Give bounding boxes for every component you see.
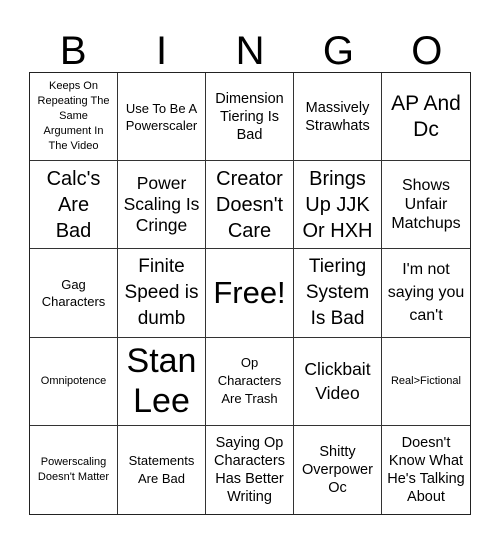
cell-text: Brings Up JJK Or HXH bbox=[302, 167, 373, 242]
cell-text: Keeps On Repeating The Same Argument In … bbox=[37, 80, 110, 153]
cell-text: Powerscaling Doesn't Matter bbox=[37, 455, 110, 483]
bingo-cell[interactable]: Gag Characters bbox=[30, 249, 118, 338]
bingo-cell[interactable]: Massively Strawhats bbox=[294, 73, 382, 162]
cell-text: Saying Op Characters Has Better Writing bbox=[214, 434, 285, 505]
cell-text: Dimension Tiering Is Bad bbox=[215, 90, 284, 143]
cell-text: Calc's Are Bad bbox=[46, 167, 101, 242]
bingo-card-grid: Keeps On Repeating The Same Argument In … bbox=[29, 72, 471, 515]
bingo-cell[interactable]: Keeps On Repeating The Same Argument In … bbox=[30, 73, 118, 162]
cell-text: Massively Strawhats bbox=[305, 99, 370, 134]
bingo-cell[interactable]: Use To Be A Powerscaler bbox=[118, 73, 206, 162]
cell-text: Shows Unfair Matchups bbox=[391, 177, 461, 233]
header-letter-g: G bbox=[322, 29, 354, 73]
bingo-cell[interactable]: Clickbait Video bbox=[294, 337, 382, 426]
bingo-cell[interactable]: Brings Up JJK Or HXH bbox=[294, 161, 382, 250]
cell-text: Clickbait Video bbox=[304, 359, 371, 404]
cell-text: Tiering System Is Bad bbox=[305, 255, 370, 329]
cell-text: Shitty Overpower Oc bbox=[302, 443, 373, 496]
cell-text: Gag Characters bbox=[41, 276, 106, 309]
bingo-cell[interactable]: Calc's Are Bad bbox=[30, 161, 118, 250]
bingo-cell[interactable]: Creator Doesn't Care bbox=[206, 161, 294, 250]
cell-text: Finite Speed is dumb bbox=[124, 255, 199, 329]
bingo-cell[interactable]: Finite Speed is dumb bbox=[118, 249, 206, 338]
cell-text: Use To Be A Powerscaler bbox=[125, 100, 198, 133]
cell-text: Creator Doesn't Care bbox=[215, 167, 284, 242]
bingo-cell[interactable]: Statements Are Bad bbox=[118, 425, 206, 514]
bingo-cell[interactable]: Real>Fictional bbox=[382, 338, 470, 426]
cell-text: Op Characters Are Trash bbox=[217, 355, 282, 407]
free-space-cell[interactable]: Free! bbox=[206, 249, 294, 338]
cell-text: Real>Fictional bbox=[390, 374, 461, 387]
cell-text: Omnipotence bbox=[40, 374, 107, 387]
bingo-cell[interactable]: Saying Op Characters Has Better Writing bbox=[206, 425, 294, 514]
bingo-cell[interactable]: Stan Lee bbox=[118, 337, 206, 426]
cell-text: Doesn't Know What He's Talking About bbox=[387, 434, 465, 505]
bingo-cell[interactable]: Omnipotence bbox=[30, 337, 118, 426]
cell-text: I'm not saying you can't bbox=[387, 261, 465, 325]
cell-text: Statements Are Bad bbox=[128, 452, 195, 486]
header-letter-o: O bbox=[411, 29, 443, 73]
header-letter-b: B bbox=[59, 29, 87, 73]
cell-text: Free! bbox=[213, 274, 286, 310]
header-letter-n: N bbox=[235, 29, 265, 73]
cell-text: Power Scaling Is Cringe bbox=[123, 173, 200, 236]
bingo-cell[interactable]: Power Scaling Is Cringe bbox=[118, 161, 206, 250]
bingo-cell[interactable]: Powerscaling Doesn't Matter bbox=[30, 425, 118, 514]
bingo-header: B I N G O bbox=[29, 22, 471, 73]
bingo-cell[interactable]: Op Characters Are Trash bbox=[206, 337, 294, 426]
header-letter-i: I bbox=[156, 29, 168, 73]
cell-text: AP And Dc bbox=[391, 91, 461, 141]
bingo-cell[interactable]: Shitty Overpower Oc bbox=[294, 425, 382, 514]
bingo-cell[interactable]: Tiering System Is Bad bbox=[294, 249, 382, 338]
bingo-cell[interactable]: AP And Dc bbox=[382, 73, 470, 162]
bingo-cell[interactable]: Doesn't Know What He's Talking About bbox=[382, 426, 470, 514]
bingo-cell[interactable]: Dimension Tiering Is Bad bbox=[206, 73, 294, 162]
cell-text: Stan Lee bbox=[126, 342, 197, 421]
bingo-cell[interactable]: I'm not saying you can't bbox=[382, 249, 470, 338]
bingo-cell[interactable]: Shows Unfair Matchups bbox=[382, 161, 470, 250]
